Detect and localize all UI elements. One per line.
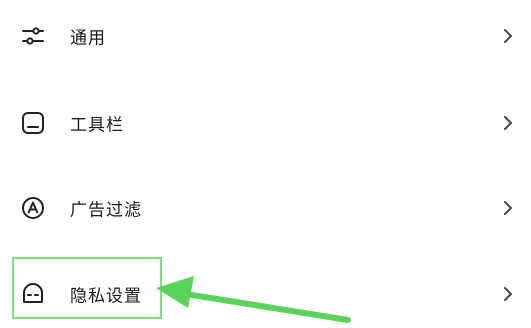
green-arrow-icon <box>156 276 351 323</box>
highlight-box <box>12 257 162 319</box>
menu-item-general[interactable]: 通用 <box>0 6 531 66</box>
menu-item-toolbar[interactable]: 工具栏 <box>0 93 531 153</box>
chevron-right-icon <box>501 114 515 132</box>
ad-filter-icon <box>20 195 46 221</box>
menu-item-label: 通用 <box>70 28 106 49</box>
menu-item-label: 广告过滤 <box>70 200 142 221</box>
menu-item-ad-filter[interactable]: 广告过滤 <box>0 178 531 238</box>
menu-item-label: 工具栏 <box>70 115 124 136</box>
chevron-right-icon <box>501 27 515 45</box>
chevron-right-icon <box>501 285 515 303</box>
sliders-icon <box>20 23 46 49</box>
chevron-right-icon <box>501 199 515 217</box>
toolbar-icon <box>20 110 46 136</box>
